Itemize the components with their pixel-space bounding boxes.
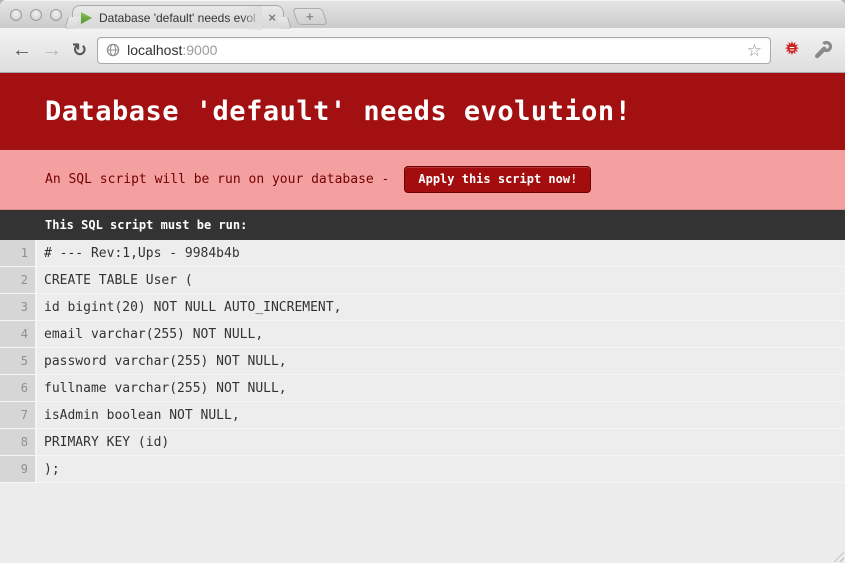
wrench-menu-icon[interactable] bbox=[813, 40, 833, 60]
tab-close-icon[interactable]: × bbox=[268, 11, 276, 24]
close-window-button[interactable] bbox=[10, 9, 22, 21]
evolution-banner: An SQL script will be run on your databa… bbox=[0, 150, 845, 210]
line-code: email varchar(255) NOT NULL, bbox=[37, 321, 263, 347]
script-line: 4 email varchar(255) NOT NULL, bbox=[0, 321, 845, 348]
zoom-window-button[interactable] bbox=[50, 9, 62, 21]
tab-strip: Database 'default' needs evol × + bbox=[0, 0, 845, 28]
url-text[interactable]: localhost:9000 bbox=[127, 42, 217, 58]
bookmark-star-icon[interactable]: ☆ bbox=[747, 42, 762, 59]
line-code: ); bbox=[37, 456, 60, 482]
line-number: 4 bbox=[0, 321, 37, 347]
script-line: 2 CREATE TABLE User ( bbox=[0, 267, 845, 294]
script-line: 6 fullname varchar(255) NOT NULL, bbox=[0, 375, 845, 402]
browser-tab[interactable]: Database 'default' needs evol × bbox=[72, 5, 284, 29]
window-resize-grip[interactable] bbox=[831, 549, 844, 562]
script-line: 8 PRIMARY KEY (id) bbox=[0, 429, 845, 456]
browser-window: Database 'default' needs evol × + ← → ↻ … bbox=[0, 0, 845, 563]
plus-icon: + bbox=[306, 10, 314, 23]
minimize-window-button[interactable] bbox=[30, 9, 42, 21]
window-controls bbox=[10, 9, 62, 21]
new-tab-button[interactable]: + bbox=[292, 8, 328, 25]
line-code: fullname varchar(255) NOT NULL, bbox=[37, 375, 287, 401]
sql-script-listing: 1 # --- Rev:1,Ups - 9984b4b 2 CREATE TAB… bbox=[0, 240, 845, 483]
line-number: 5 bbox=[0, 348, 37, 374]
back-button[interactable]: ← bbox=[12, 40, 32, 60]
script-line: 5 password varchar(255) NOT NULL, bbox=[0, 348, 845, 375]
script-line: 3 id bigint(20) NOT NULL AUTO_INCREMENT, bbox=[0, 294, 845, 321]
line-number: 6 bbox=[0, 375, 37, 401]
line-number: 7 bbox=[0, 402, 37, 428]
script-line: 1 # --- Rev:1,Ups - 9984b4b bbox=[0, 240, 845, 267]
extension-badge-icon[interactable]: ✹ bbox=[781, 40, 803, 60]
reload-button[interactable]: ↻ bbox=[72, 41, 87, 59]
tab-title-fade bbox=[240, 6, 262, 30]
script-header: This SQL script must be run: bbox=[0, 210, 845, 240]
line-code: # --- Rev:1,Ups - 9984b4b bbox=[37, 240, 240, 266]
browser-toolbar: ← → ↻ localhost:9000 ☆ ✹ bbox=[0, 28, 845, 73]
line-code: id bigint(20) NOT NULL AUTO_INCREMENT, bbox=[37, 294, 341, 320]
globe-icon bbox=[106, 43, 120, 57]
line-code: password varchar(255) NOT NULL, bbox=[37, 348, 287, 374]
page-title: Database 'default' needs evolution! bbox=[0, 73, 845, 150]
forward-button: → bbox=[42, 40, 62, 60]
script-line: 9 ); bbox=[0, 456, 845, 483]
line-number: 1 bbox=[0, 240, 37, 266]
apply-script-button[interactable]: Apply this script now! bbox=[404, 166, 591, 193]
page-background bbox=[0, 483, 845, 563]
address-bar[interactable]: localhost:9000 ☆ bbox=[97, 37, 771, 64]
line-number: 3 bbox=[0, 294, 37, 320]
line-number: 2 bbox=[0, 267, 37, 293]
play-framework-favicon-icon bbox=[80, 11, 93, 25]
line-code: CREATE TABLE User ( bbox=[37, 267, 193, 293]
banner-text: An SQL script will be run on your databa… bbox=[45, 172, 389, 187]
line-number: 9 bbox=[0, 456, 37, 482]
line-number: 8 bbox=[0, 429, 37, 455]
line-code: PRIMARY KEY (id) bbox=[37, 429, 169, 455]
tab-title: Database 'default' needs evol bbox=[99, 6, 262, 30]
script-line: 7 isAdmin boolean NOT NULL, bbox=[0, 402, 845, 429]
line-code: isAdmin boolean NOT NULL, bbox=[37, 402, 240, 428]
